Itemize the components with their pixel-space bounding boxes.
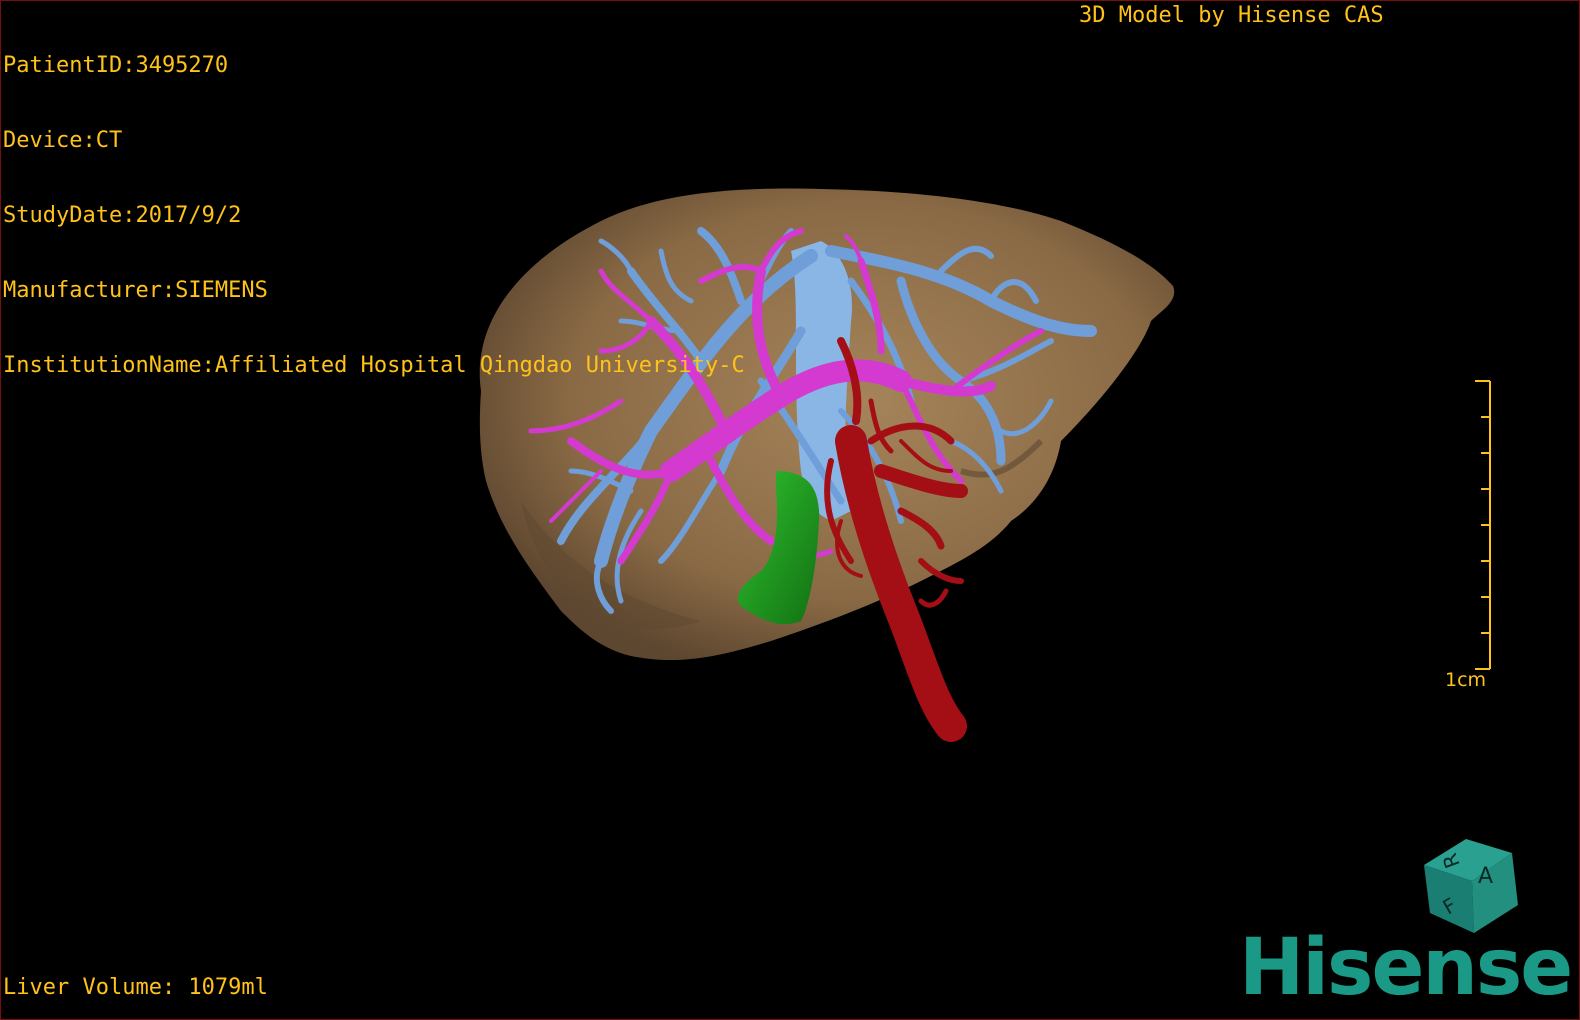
patient-id: PatientID:3495270 <box>3 53 229 78</box>
cube-label-a: A <box>1478 864 1493 889</box>
scale-bar <box>1475 380 1491 670</box>
model-title: 3D Model by Hisense CAS <box>1079 3 1384 28</box>
scale-label: 1cm <box>1445 669 1487 691</box>
manufacturer: Manufacturer:SIEMENS <box>3 278 268 303</box>
device: Device:CT <box>3 128 123 153</box>
study-date: StudyDate:2017/9/2 <box>3 203 242 228</box>
hisense-logo: Hisense <box>1239 923 1573 1013</box>
liver-volume: Liver Volume: 1079ml <box>3 975 268 1000</box>
institution-name: InstitutionName:Affiliated Hospital Qing… <box>3 353 745 378</box>
patient-info-overlay: PatientID:3495270 Device:CT StudyDate:20… <box>3 3 745 428</box>
3d-viewport[interactable]: PatientID:3495270 Device:CT StudyDate:20… <box>0 0 1580 1020</box>
